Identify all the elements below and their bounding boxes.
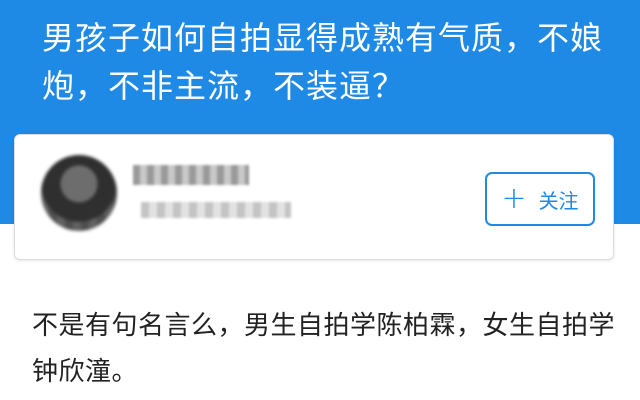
author-card: + 关注 bbox=[14, 134, 614, 260]
author-bio bbox=[141, 202, 291, 218]
avatar[interactable] bbox=[41, 155, 117, 231]
author-name[interactable] bbox=[133, 165, 249, 185]
question-title: 男孩子如何自拍显得成熟有气质，不娘炮，不非主流，不装逼？ bbox=[42, 19, 604, 105]
follow-label: 关注 bbox=[538, 188, 579, 213]
follow-button[interactable]: + 关注 bbox=[485, 172, 595, 226]
answer-text: 不是有句名言么，男生自拍学陈柏霖，女生自拍学钟欣潼。 bbox=[32, 311, 616, 387]
plus-icon: + bbox=[501, 181, 527, 216]
